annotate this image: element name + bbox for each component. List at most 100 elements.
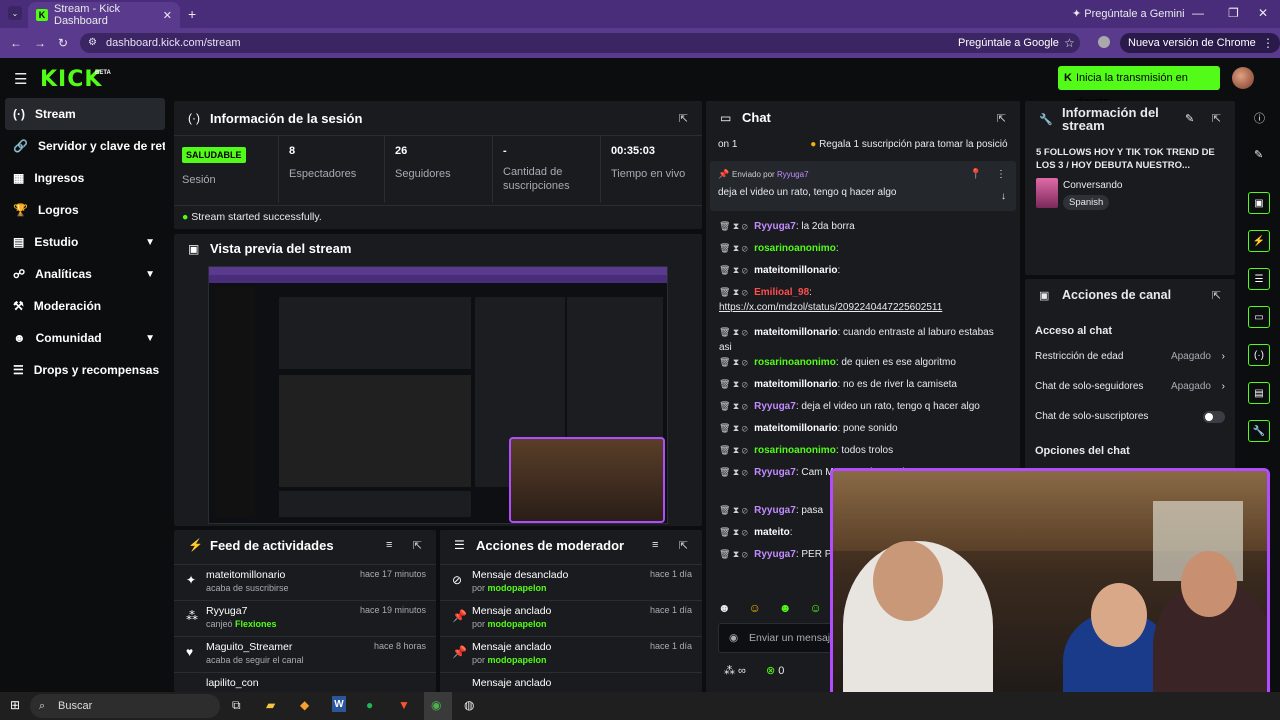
site-info-icon[interactable]: ⚙ xyxy=(88,33,97,53)
popout-icon[interactable]: ⇱ xyxy=(413,539,422,552)
word-icon[interactable]: W xyxy=(332,696,346,712)
channel-widget-icon[interactable]: ▤ xyxy=(1248,382,1270,404)
file-explorer-icon[interactable]: ▰ xyxy=(266,698,275,712)
mod-tools-icon[interactable]: 🗑 ⧗ ⊘ xyxy=(719,527,750,537)
chat-username[interactable]: mateito xyxy=(754,527,790,538)
mod-tools-icon[interactable]: 🗑 ⧗ ⊘ xyxy=(719,357,750,367)
minimize-icon[interactable]: — xyxy=(1192,6,1204,20)
info-icon[interactable]: ⓘ xyxy=(1254,110,1265,126)
obs-icon[interactable]: ◍ xyxy=(464,698,474,712)
infinity-points[interactable]: ⁂ ∞ xyxy=(724,664,746,677)
profile-avatar[interactable] xyxy=(1098,36,1110,48)
gemini-button[interactable]: ✦ Pregúntale a Gemini xyxy=(1072,7,1185,20)
mod-tools-icon[interactable]: 🗑 ⧗ ⊘ xyxy=(719,265,750,275)
chat-username[interactable]: Ryyuga7 xyxy=(754,549,796,560)
go-live-button[interactable]: K Inicia la transmisión en directo xyxy=(1058,66,1220,108)
session-widget-icon[interactable]: ▣ xyxy=(1248,192,1270,214)
mod-widget-icon[interactable]: ☰ xyxy=(1248,268,1270,290)
activity-user[interactable]: mateitomillonario xyxy=(206,569,285,581)
edit-pencil-icon[interactable]: ✎ xyxy=(1185,112,1194,125)
sidebar-item-drops[interactable]: ☰ Drops y recompensas xyxy=(5,354,165,386)
popout-icon[interactable]: ⇱ xyxy=(1212,112,1221,125)
emote-icon[interactable]: ☻ xyxy=(718,601,731,619)
new-tab-icon[interactable]: + xyxy=(188,6,196,22)
chat-username[interactable]: mateitomillonario xyxy=(754,379,837,390)
forward-icon[interactable]: → xyxy=(34,36,46,50)
chrome-taskbar-active[interactable]: ◉ xyxy=(424,692,452,720)
channel-points[interactable]: ⊗ 0 xyxy=(766,664,784,677)
sidebar-item-studio[interactable]: ▤ Estudio ▼ xyxy=(5,226,165,258)
popout-icon[interactable]: ⇱ xyxy=(1212,289,1221,302)
popout-icon[interactable]: ⇱ xyxy=(997,112,1006,125)
maximize-icon[interactable]: ❐ xyxy=(1228,6,1239,20)
chat-username[interactable]: Ryyuga7 xyxy=(754,467,796,478)
pinned-user[interactable]: Ryyuga7 xyxy=(777,170,809,179)
close-icon[interactable]: ✕ xyxy=(163,9,172,22)
more-options-icon[interactable]: ⋮ xyxy=(996,169,1006,180)
mod-tools-icon[interactable]: 🗑 ⧗ ⊘ xyxy=(719,401,750,411)
category-name[interactable]: Conversando xyxy=(1063,180,1122,191)
mod-tools-icon[interactable]: 🗑 ⧗ ⊘ xyxy=(719,327,750,337)
ask-google-chip[interactable]: Pregúntale a Google xyxy=(950,33,1067,53)
brave-icon[interactable]: ▼ xyxy=(398,698,410,712)
mod-tools-icon[interactable]: 🗑 ⧗ ⊘ xyxy=(719,287,750,297)
sidebar-item-revenue[interactable]: ▦ Ingresos xyxy=(5,162,165,194)
sidebar-item-community[interactable]: ☻ Comunidad ▼ xyxy=(5,322,165,354)
chat-username[interactable]: mateitomillonario xyxy=(754,265,837,276)
app-icon[interactable]: ◆ xyxy=(300,698,309,712)
pin-toggle-icon[interactable]: 📍 xyxy=(970,169,982,180)
browser-tab[interactable]: K Stream - Kick Dashboard ✕ xyxy=(28,2,180,28)
popout-icon[interactable]: ⇱ xyxy=(679,112,688,125)
activity-widget-icon[interactable]: ⚡ xyxy=(1248,230,1270,252)
age-restriction-row[interactable]: Restricción de edad Apagado › xyxy=(1035,351,1225,367)
filter-icon[interactable]: ≡ xyxy=(652,539,658,551)
chat-widget-icon[interactable]: ▭ xyxy=(1248,306,1270,328)
chat-username[interactable]: Ryyuga7 xyxy=(754,221,796,232)
stream-widget-icon[interactable]: (·) xyxy=(1248,344,1270,366)
expand-arrow-icon[interactable]: ↓ xyxy=(1001,191,1006,202)
activity-user[interactable]: Maguito_Streamer xyxy=(206,641,292,653)
sidebar-item-moderation[interactable]: ⚒ Moderación xyxy=(5,290,165,322)
mod-name[interactable]: modopapelon xyxy=(488,655,547,665)
spotify-icon[interactable]: ● xyxy=(366,698,373,712)
windows-start-icon[interactable]: ⊞ xyxy=(10,698,20,712)
taskbar-search[interactable]: ⌕ Buscar xyxy=(30,694,220,718)
popout-icon[interactable]: ⇱ xyxy=(679,539,688,552)
wrench-widget-icon[interactable]: 🔧 xyxy=(1248,420,1270,442)
activity-user[interactable]: Ryyuga7 xyxy=(206,605,247,617)
chat-username[interactable]: mateitomillonario xyxy=(754,423,837,434)
mod-tools-icon[interactable]: 🗑 ⧗ ⊘ xyxy=(719,379,750,389)
sidebar-item-stream[interactable]: (·) Stream xyxy=(5,98,165,130)
chrome-menu-icon[interactable]: ⋮ xyxy=(1262,36,1274,50)
bookmark-star-icon[interactable]: ☆ xyxy=(1064,36,1075,50)
chat-username[interactable]: rosarinoanonimo xyxy=(754,357,836,368)
user-avatar[interactable] xyxy=(1232,67,1254,89)
edit-icon[interactable]: ✎ xyxy=(1254,148,1263,161)
sidebar-item-server-key[interactable]: 🔗 Servidor y clave de retransmisión xyxy=(5,130,165,162)
activity-user[interactable]: lapilito_con xyxy=(206,677,259,689)
window-close-icon[interactable]: ✕ xyxy=(1258,6,1268,20)
mod-tools-icon[interactable]: 🗑 ⧗ ⊘ xyxy=(719,549,750,559)
followers-only-row[interactable]: Chat de solo-seguidores Apagado › xyxy=(1035,381,1225,397)
chat-username[interactable]: mateitomillonario xyxy=(754,327,837,338)
filter-icon[interactable]: ≡ xyxy=(386,539,392,551)
mod-tools-icon[interactable]: 🗑 ⧗ ⊘ xyxy=(719,505,750,515)
reload-icon[interactable]: ↻ xyxy=(58,36,68,50)
sidebar-item-achievements[interactable]: 🏆 Logros xyxy=(5,194,165,226)
hamburger-menu-icon[interactable]: ☰ xyxy=(14,70,27,88)
tab-menu-icon[interactable]: ⌄ xyxy=(8,6,22,20)
stream-preview-video[interactable] xyxy=(208,266,668,524)
back-icon[interactable]: ← xyxy=(10,36,22,50)
kick-logo[interactable]: KICK xyxy=(40,67,102,92)
chat-username[interactable]: rosarinoanonimo xyxy=(754,445,836,456)
chrome-update-chip[interactable]: Nueva versión de Chrome disponible xyxy=(1120,33,1280,69)
mod-tools-icon[interactable]: 🗑 ⧗ ⊘ xyxy=(719,423,750,433)
mod-tools-icon[interactable]: 🗑 ⧗ ⊘ xyxy=(719,243,750,253)
task-view-icon[interactable]: ⧉ xyxy=(232,698,241,713)
gift-banner[interactable]: on 1 ● Regala 1 suscripción para tomar l… xyxy=(718,139,1008,150)
chat-username[interactable]: Ryyuga7 xyxy=(754,505,796,516)
emote-icon[interactable]: ☺ xyxy=(810,601,822,619)
emote-icon[interactable]: ☻ xyxy=(779,601,792,619)
subs-only-toggle[interactable] xyxy=(1203,411,1225,423)
pinned-message[interactable]: 📌 Enviado por Ryyuga7 📍 ⋮ deja el video … xyxy=(710,161,1016,211)
